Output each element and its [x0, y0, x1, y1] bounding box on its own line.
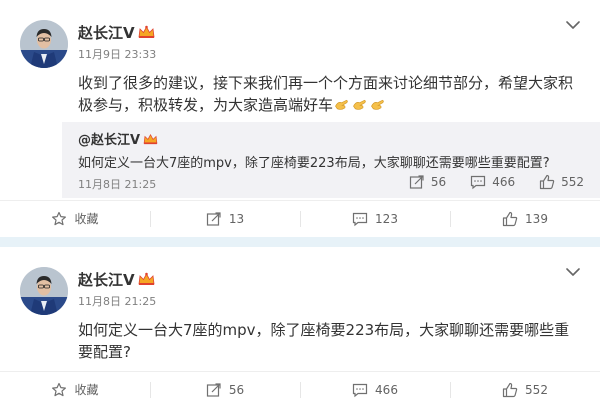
- like-count: 552: [525, 382, 548, 397]
- favorite-button[interactable]: 收藏: [0, 201, 150, 236]
- star-icon: [52, 382, 67, 396]
- thumbs-up-icon: [502, 382, 518, 397]
- comment-icon: [352, 383, 368, 397]
- repost-like-count: 552: [561, 175, 584, 189]
- post-content-text: 收到了很多的建议，接下来我们再一个个方面来讨论细节部分，希望大家积极参与，积极转…: [78, 74, 574, 114]
- share-icon: [206, 382, 221, 397]
- comment-count: 123: [375, 211, 398, 226]
- emoji-group: [333, 96, 386, 113]
- like-button[interactable]: 552: [450, 372, 600, 407]
- post-action-bar: 收藏 56 466 552: [0, 371, 600, 407]
- comment-icon: [471, 175, 486, 190]
- share-count: 13: [228, 211, 245, 226]
- post-action-bar: 收藏 13 123 139: [0, 200, 600, 236]
- repost-text: 如何定义一台大7座的mpv，除了座椅要223布局，大家聊聊还需要哪些重要配置?: [78, 156, 550, 171]
- repost-stats: 56 466 552: [409, 174, 584, 190]
- author-name[interactable]: 赵长江V: [78, 22, 135, 43]
- weibo-post-2: 赵长江V 11月8日 21:25 如何定义一台大7座的mpv，除了座椅要223布…: [0, 247, 600, 407]
- comment-button[interactable]: 466: [300, 372, 450, 407]
- feed-divider: [0, 237, 600, 247]
- favorite-button[interactable]: 收藏: [0, 372, 150, 407]
- avatar[interactable]: [20, 267, 68, 315]
- vip-crown-icon[interactable]: [143, 133, 158, 145]
- repost-comment-button[interactable]: 466: [470, 174, 515, 190]
- post-timestamp[interactable]: 11月8日 21:25: [78, 293, 156, 309]
- favorite-label: 收藏: [74, 383, 99, 397]
- comment-count: 466: [375, 382, 398, 397]
- reposted-weibo[interactable]: @赵长江V 如何定义一台大7座的mpv，除了座椅要223布局，大家聊聊还需要哪些…: [62, 122, 600, 198]
- like-count: 139: [525, 211, 548, 226]
- clapping-hands-icon: [353, 99, 366, 110]
- author-row: 赵长江V: [78, 22, 155, 43]
- share-icon: [206, 211, 221, 226]
- thumbs-up-icon: [502, 211, 518, 226]
- thumbs-up-icon: [539, 174, 555, 190]
- comment-icon: [352, 212, 368, 226]
- repost-share-count: 56: [430, 175, 447, 189]
- repost-author-row: @赵长江V: [78, 129, 158, 148]
- clapping-hands-icon: [371, 99, 384, 110]
- repost-author[interactable]: @赵长江V: [78, 129, 140, 148]
- comment-button[interactable]: 123: [300, 201, 450, 236]
- post-content: 收到了很多的建议，接下来我们再一个个方面来讨论细节部分，希望大家积极参与，积极转…: [78, 72, 578, 116]
- share-button[interactable]: 13: [150, 201, 300, 236]
- avatar[interactable]: [20, 20, 68, 68]
- post-timestamp[interactable]: 11月9日 23:33: [78, 46, 156, 62]
- vip-crown-icon[interactable]: [138, 25, 155, 39]
- repost-share-button[interactable]: 56: [409, 174, 446, 190]
- share-icon: [409, 175, 424, 189]
- star-icon: [52, 211, 67, 225]
- repost-like-button[interactable]: 552: [539, 174, 584, 190]
- like-button[interactable]: 139: [450, 201, 600, 236]
- chevron-down-icon[interactable]: [566, 267, 580, 277]
- vip-crown-icon[interactable]: [138, 272, 155, 286]
- repost-comment-count: 466: [492, 175, 516, 189]
- chevron-down-icon[interactable]: [566, 20, 580, 30]
- author-name[interactable]: 赵长江V: [78, 269, 135, 290]
- share-button[interactable]: 56: [150, 372, 300, 407]
- post-content-text: 如何定义一台大7座的mpv，除了座椅要223布局，大家聊聊还需要哪些重要配置?: [78, 321, 570, 361]
- share-count: 56: [228, 382, 245, 397]
- author-row: 赵长江V: [78, 269, 155, 290]
- repost-timestamp[interactable]: 11月8日 21:25: [78, 176, 156, 192]
- favorite-label: 收藏: [74, 212, 99, 226]
- clapping-hands-icon: [335, 99, 348, 110]
- weibo-post-1: 赵长江V 11月9日 23:33 收到了很多的建议，接下来我们再一个个方面来讨论…: [0, 0, 600, 237]
